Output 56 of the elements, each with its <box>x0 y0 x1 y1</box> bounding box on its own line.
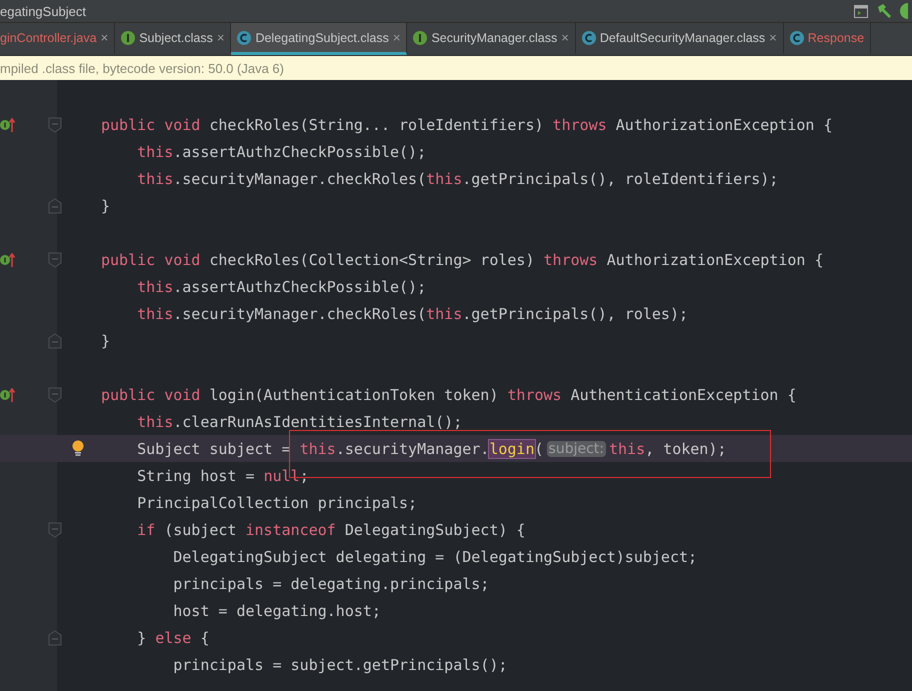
fold-icon[interactable] <box>48 252 62 268</box>
fold-icon[interactable] <box>48 117 62 133</box>
fold-icon[interactable] <box>48 387 62 403</box>
code-text: this.assertAuthzCheckPossible(); <box>136 278 426 296</box>
lightbulb-icon[interactable] <box>72 440 84 456</box>
tab-label: Subject.class <box>139 30 213 44</box>
close-icon[interactable]: × <box>100 30 108 45</box>
interface-icon <box>121 30 136 44</box>
code-text: principals = subject.getPrincipals(); <box>172 656 508 674</box>
fold-icon[interactable] <box>48 198 62 214</box>
code-text: } else { <box>136 628 210 646</box>
editor-tab[interactable]: DefaultSecurityManager.class × <box>576 23 784 55</box>
code-text: this.securityManager.checkRoles(this.getPrincipals(), roleIdentifiers); <box>136 170 778 188</box>
class-icon <box>790 30 804 44</box>
tab-label: DefaultSecurityManager.class <box>600 30 766 44</box>
editor-tab[interactable]: Response <box>784 23 872 55</box>
code-text: public void login(AuthenticationToken token) throws AuthenticationException { <box>101 386 796 404</box>
run-icon[interactable] <box>900 3 908 19</box>
code-text: this.clearRunAsIdentitiesInternal(); <box>136 412 462 430</box>
code-text: public void checkRoles(String... roleIdentifiers) throws AuthorizationException { <box>101 116 833 134</box>
fold-icon[interactable] <box>48 630 62 646</box>
close-icon[interactable]: × <box>392 30 400 45</box>
fold-icon[interactable] <box>48 522 62 538</box>
editor-tab[interactable]: DelegatingSubject.class × <box>231 23 408 55</box>
notice-text: mpiled .class file, bytecode version: 50.0 (Java 6) <box>0 60 284 76</box>
window-icon[interactable] <box>854 4 868 18</box>
implements-icon[interactable] <box>0 388 16 402</box>
tab-label: SecurityManager.class <box>431 30 558 44</box>
code-text: if (subject instanceof DelegatingSubject) { <box>136 520 526 538</box>
implements-icon[interactable] <box>0 253 16 267</box>
code-text: DelegatingSubject delegating = (DelegatingSubject)subject; <box>172 548 698 566</box>
editor-tab[interactable]: SecurityManager.class × <box>407 23 576 55</box>
class-icon <box>582 30 596 44</box>
code-text: } <box>101 196 110 214</box>
code-text: public void checkRoles(Collection<String> roles) throws AuthorizationException { <box>101 250 824 268</box>
close-icon[interactable]: × <box>561 30 569 45</box>
code-text: this.assertAuthzCheckPossible(); <box>136 142 426 160</box>
fold-icon[interactable] <box>48 333 62 349</box>
interface-icon <box>413 30 428 44</box>
code-text: this, token); <box>609 440 726 458</box>
code-text: PrincipalCollection principals; <box>136 494 418 512</box>
code-text: principals = delegating.principals; <box>172 574 490 592</box>
tab-label: DelegatingSubject.class <box>255 30 389 44</box>
tab-label: Response <box>808 30 864 44</box>
tab-label: ginController.java <box>0 30 97 44</box>
parameter-hint: subject: <box>546 440 606 456</box>
close-icon[interactable]: × <box>216 30 224 45</box>
implements-icon[interactable] <box>0 118 16 132</box>
editor-tab[interactable]: ginController.java × <box>0 23 116 55</box>
code-text: } <box>101 332 110 350</box>
hammer-icon[interactable] <box>876 3 892 19</box>
window-title: egatingSubject <box>0 4 86 18</box>
class-icon <box>237 30 252 44</box>
code-text: this.securityManager.checkRoles(this.getPrincipals(), roles); <box>136 304 688 322</box>
code-text: host = delegating.host; <box>172 602 381 620</box>
close-icon[interactable]: × <box>769 30 777 45</box>
